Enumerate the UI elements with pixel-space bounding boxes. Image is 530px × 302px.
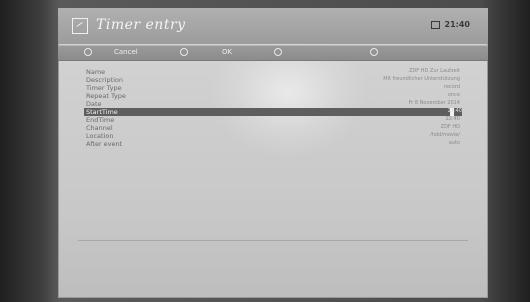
field-timer-type[interactable]: Timer Type record — [86, 84, 460, 92]
field-label: Location — [86, 132, 114, 140]
clock-icon — [430, 20, 440, 29]
field-value: ZDF HD Zur Laufzeit — [408, 68, 460, 74]
field-label: Description — [86, 76, 124, 84]
field-date[interactable]: Date Fr 8 November 2014 — [86, 100, 460, 108]
field-value: auto — [448, 140, 460, 146]
field-value: Mit freundlicher Unterstützung — [383, 76, 460, 82]
field-repeat-type[interactable]: Repeat Type once — [86, 92, 460, 100]
field-value: 21:40 — [447, 108, 462, 114]
field-value: Fr 8 November 2014 — [408, 100, 460, 106]
field-description[interactable]: Description Mit freundlicher Unterstützu… — [86, 76, 460, 84]
field-end-time[interactable]: EndTime 22:40 — [86, 116, 460, 124]
field-label: Name — [86, 68, 106, 76]
yellow-button-icon[interactable] — [274, 48, 282, 56]
field-label: Timer Type — [86, 84, 122, 92]
field-location[interactable]: Location /hdd/movie/ — [86, 132, 460, 140]
ok-button[interactable]: OK — [222, 48, 232, 56]
field-label: After event — [86, 140, 123, 148]
field-name[interactable]: Name ZDF HD Zur Laufzeit — [86, 68, 460, 76]
field-value: /hdd/movie/ — [430, 132, 460, 138]
field-start-time[interactable]: StartTime 21:40 — [84, 108, 462, 116]
timer-entry-window: Timer entry 21:40 Cancel OK Name ZDF HD … — [58, 8, 488, 298]
field-after-event[interactable]: After event auto — [86, 140, 460, 148]
field-label: Date — [86, 100, 102, 108]
green-button-icon[interactable] — [180, 48, 188, 56]
color-button-bar: Cancel OK — [58, 45, 488, 61]
field-label: EndTime — [86, 116, 115, 124]
field-label: StartTime — [86, 108, 118, 116]
field-label: Repeat Type — [86, 92, 126, 100]
divider — [78, 240, 468, 241]
tv-frame: Timer entry 21:40 Cancel OK Name ZDF HD … — [0, 0, 530, 302]
window-title: Timer entry — [96, 17, 186, 33]
clock: 21:40 — [430, 20, 470, 29]
clock-time: 21:40 — [444, 20, 470, 29]
title-bar: Timer entry 21:40 — [58, 8, 488, 44]
field-channel[interactable]: Channel ZDF HD — [86, 124, 460, 132]
blue-button-icon[interactable] — [370, 48, 378, 56]
field-value: record — [444, 84, 460, 90]
field-label: Channel — [86, 124, 113, 132]
edit-icon — [72, 18, 88, 34]
timer-fields-list: Name ZDF HD Zur Laufzeit Description Mit… — [84, 68, 462, 148]
field-value: once — [447, 92, 460, 98]
cancel-button[interactable]: Cancel — [114, 48, 138, 56]
left-background — [0, 0, 60, 302]
field-value: 22:40 — [445, 116, 460, 122]
red-button-icon[interactable] — [84, 48, 92, 56]
field-value: ZDF HD — [440, 124, 460, 130]
